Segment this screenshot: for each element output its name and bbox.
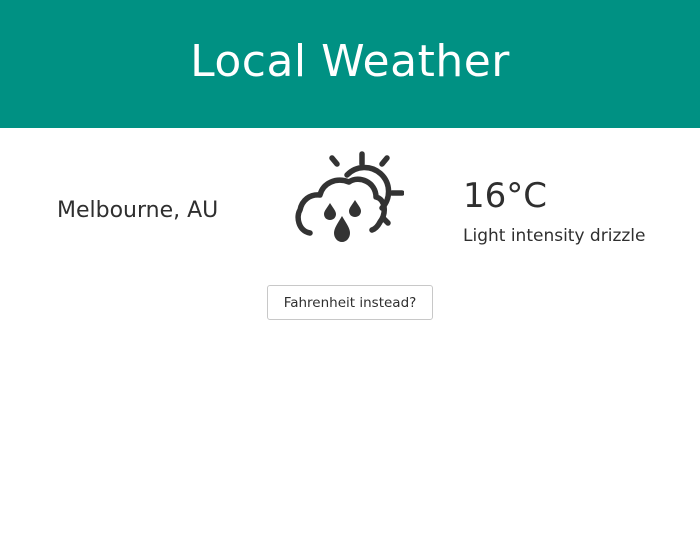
- location-label: Melbourne, AU: [57, 198, 219, 223]
- temperature-value: 16°C: [463, 176, 548, 216]
- fahrenheit-toggle-button[interactable]: Fahrenheit instead?: [267, 285, 433, 320]
- page-title: Local Weather: [190, 36, 510, 87]
- weather-description: Light intensity drizzle: [463, 226, 646, 246]
- app-header: Local Weather: [0, 0, 700, 128]
- cloud-sun-drizzle-icon: [295, 151, 404, 242]
